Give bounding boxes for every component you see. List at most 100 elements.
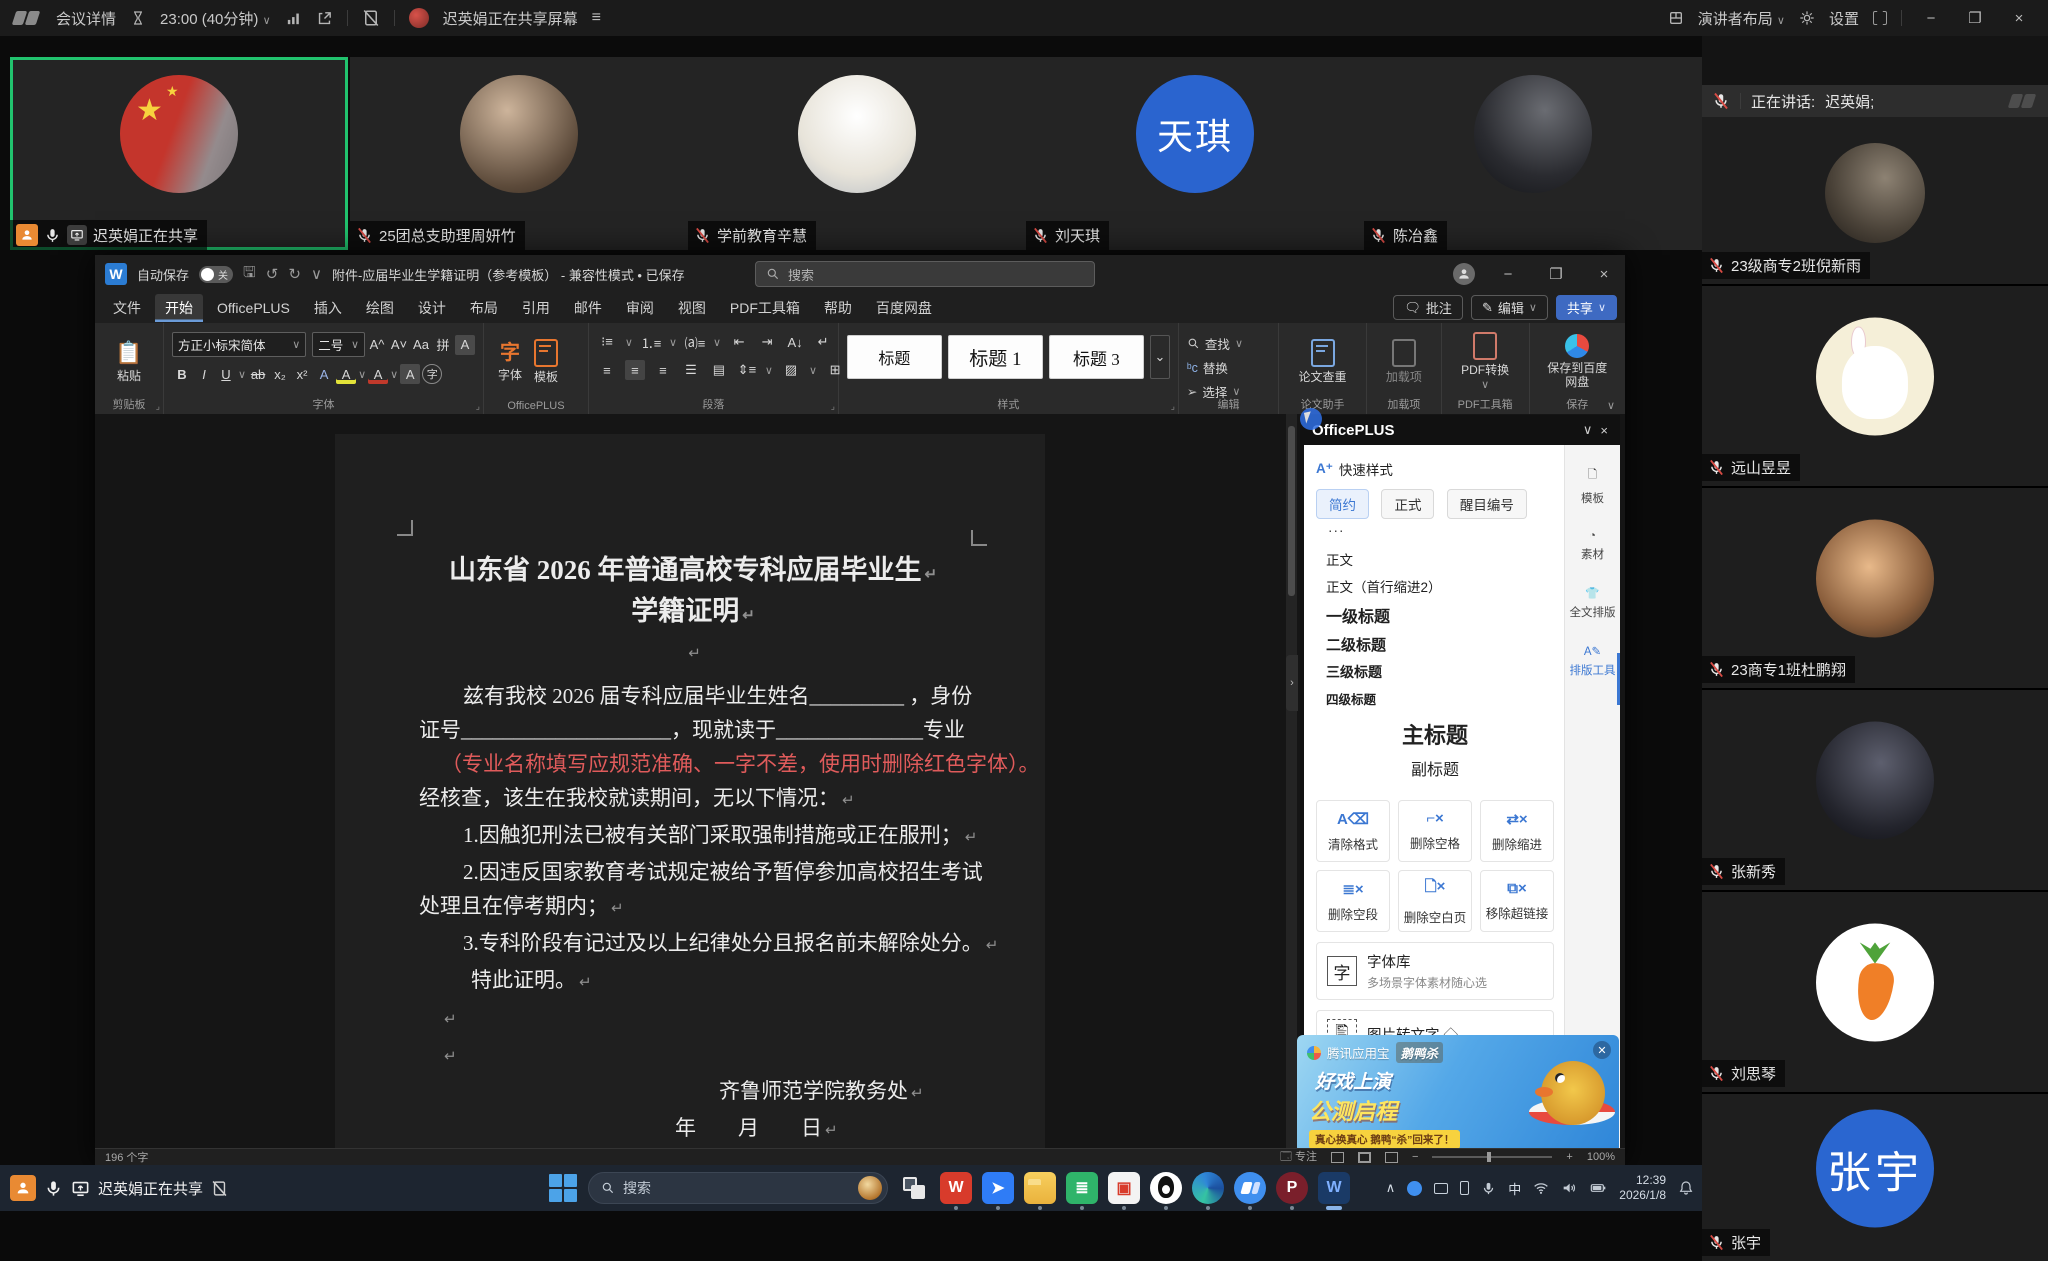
clear-format-button[interactable]: 拼 bbox=[433, 335, 453, 355]
style-item-body-indent[interactable]: 正文（首行缩进2） bbox=[1316, 569, 1554, 596]
preset-more[interactable]: ··· bbox=[1316, 519, 1357, 542]
superscript-button[interactable]: x² bbox=[292, 364, 312, 384]
collapse-ribbon-icon[interactable]: ∨ bbox=[1607, 399, 1615, 412]
participant-tile[interactable]: 23商专1班杜鹏翔 bbox=[1702, 488, 2048, 690]
focus-mode-button[interactable]: 🗔 专注 bbox=[1280, 1148, 1317, 1167]
participant-tile[interactable]: 25团总支助理周妍竹 bbox=[350, 57, 688, 250]
save-to-baidu-pan-button[interactable]: 保存到百度网盘 bbox=[1538, 329, 1617, 395]
remove-empty-paragraphs-button[interactable]: ≣×删除空段 bbox=[1316, 870, 1390, 932]
distribute-button[interactable]: ▤ bbox=[709, 360, 729, 380]
underline-button[interactable]: U bbox=[216, 364, 236, 384]
rail-template-button[interactable]: 🗋模板 bbox=[1581, 467, 1604, 506]
sharing-list-icon[interactable]: ≡ bbox=[592, 9, 601, 27]
line-spacing-button[interactable]: ⇕≡ bbox=[737, 360, 757, 380]
style-item-main-title[interactable]: 主标题 bbox=[1316, 708, 1554, 752]
strikethrough-button[interactable]: ab bbox=[248, 364, 268, 384]
style-normal[interactable]: 标题 bbox=[847, 335, 942, 379]
shrink-font-button[interactable]: A˅ bbox=[389, 335, 409, 355]
subscript-button[interactable]: x₂ bbox=[270, 364, 290, 384]
style-item-subtitle[interactable]: 副标题 bbox=[1316, 752, 1554, 786]
change-case-button[interactable]: Aa bbox=[411, 335, 431, 355]
align-left-button[interactable]: ≡ bbox=[597, 360, 617, 380]
rail-layout-tools-button[interactable]: A✎排版工具 bbox=[1570, 644, 1616, 678]
mic-tray-icon[interactable] bbox=[1481, 1181, 1496, 1196]
tab-home[interactable]: 开始 bbox=[155, 294, 203, 322]
screen-share-icon[interactable] bbox=[71, 1179, 90, 1198]
ad-banner[interactable]: 腾讯应用宝 鹅鸭杀 好戏上演 公测启程 真心换真心 鹅鸭“杀”回来了！ 抢先体验… bbox=[1297, 1035, 1619, 1153]
file-explorer-icon[interactable] bbox=[1024, 1172, 1056, 1204]
document-page[interactable]: 山东省 2026 年普通高校专科应届毕业生↵ 学籍证明↵ ↵ 兹有我校 2026… bbox=[335, 434, 1045, 1148]
volume-icon[interactable] bbox=[1561, 1180, 1577, 1196]
decrease-indent-button[interactable]: ⇤ bbox=[729, 332, 749, 352]
char-shading-button[interactable]: A bbox=[400, 364, 420, 384]
preset-numbered[interactable]: 醒目编号 bbox=[1447, 489, 1527, 519]
justify-button[interactable]: ☰ bbox=[681, 360, 701, 380]
network-signal-icon[interactable] bbox=[285, 10, 302, 27]
bullets-button[interactable]: ⁝≡ bbox=[597, 332, 617, 352]
word-app-icon[interactable]: W bbox=[1318, 1172, 1350, 1204]
style-heading1[interactable]: 标题 1 bbox=[948, 335, 1043, 379]
participant-tile[interactable]: 天琪 刘天琪 bbox=[1026, 57, 1364, 250]
settings-button[interactable]: 设置 bbox=[1829, 8, 1859, 29]
text-effects-button[interactable]: A bbox=[314, 364, 334, 384]
remove-indent-button[interactable]: ⇄×删除缩进 bbox=[1480, 800, 1554, 862]
participant-tile[interactable]: 23级商专2班倪新雨 bbox=[1702, 117, 2048, 286]
dialog-launcher-icon[interactable]: ⌟ bbox=[476, 401, 480, 412]
start-button[interactable] bbox=[548, 1173, 578, 1203]
notifications-bell-icon[interactable] bbox=[1678, 1180, 1694, 1196]
style-heading3[interactable]: 标题 3 bbox=[1049, 335, 1144, 379]
tab-view[interactable]: 视图 bbox=[668, 294, 716, 322]
zoom-out-icon[interactable]: − bbox=[1412, 1151, 1418, 1163]
remove-blank-pages-button[interactable]: 🗋×删除空白页 bbox=[1398, 870, 1472, 932]
styles-gallery-more-icon[interactable]: ⌄ bbox=[1150, 335, 1170, 379]
mail-tray-icon[interactable] bbox=[1434, 1183, 1448, 1194]
pdf-convert-button[interactable]: PDF转换 ∨ bbox=[1450, 329, 1521, 395]
word-restore-button[interactable]: ❐ bbox=[1541, 265, 1571, 283]
recording-off-icon[interactable] bbox=[362, 9, 380, 27]
participant-tile[interactable]: 陈冶鑫 bbox=[1364, 57, 1702, 250]
officeplus-font-button[interactable]: 字 字体 bbox=[492, 329, 528, 395]
paper-check-button[interactable]: 论文查重 bbox=[1287, 329, 1358, 395]
style-item-h1[interactable]: 一级标题 bbox=[1316, 596, 1554, 627]
battery-icon[interactable] bbox=[1589, 1180, 1607, 1196]
dialog-launcher-icon[interactable]: ⌟ bbox=[156, 401, 160, 412]
pane-collapse-icon[interactable]: ∨ bbox=[1583, 422, 1593, 438]
share-button[interactable]: 共享 ∨ bbox=[1556, 295, 1617, 320]
maximize-button[interactable]: ❐ bbox=[1960, 9, 1990, 27]
read-mode-icon[interactable] bbox=[1331, 1152, 1344, 1163]
tab-review[interactable]: 审阅 bbox=[616, 294, 664, 322]
tab-pdf-toolbox[interactable]: PDF工具箱 bbox=[720, 294, 810, 322]
style-item-h4[interactable]: 四级标题 bbox=[1316, 682, 1554, 708]
style-item-h2[interactable]: 二级标题 bbox=[1316, 627, 1554, 655]
phone-link-icon[interactable] bbox=[1460, 1181, 1469, 1195]
paste-button[interactable]: 📋 粘贴 bbox=[103, 329, 155, 395]
dialog-launcher-icon[interactable]: ⌟ bbox=[1171, 401, 1175, 412]
participant-tile[interactable]: 张宇 张宇 bbox=[1702, 1094, 2048, 1261]
web-layout-icon[interactable] bbox=[1385, 1152, 1398, 1163]
red-app-icon[interactable]: P bbox=[1276, 1172, 1308, 1204]
tencent-meeting-icon[interactable] bbox=[1234, 1172, 1266, 1204]
redo-icon[interactable]: ↻ bbox=[288, 265, 301, 283]
dialog-launcher-icon[interactable]: ⌟ bbox=[831, 401, 835, 412]
style-item-h3[interactable]: 三级标题 bbox=[1316, 655, 1554, 682]
participant-tile[interactable]: ★★ 迟英娟正在共享 bbox=[10, 57, 348, 250]
comments-button[interactable]: 🗨 批注 bbox=[1393, 295, 1463, 320]
tab-insert[interactable]: 插入 bbox=[304, 294, 352, 322]
notes-app-icon[interactable]: ≣ bbox=[1066, 1172, 1098, 1204]
tab-draw[interactable]: 绘图 bbox=[356, 294, 404, 322]
font-name-select[interactable]: 方正小标宋简体∨ bbox=[172, 332, 306, 357]
replace-button[interactable]: ᵇc 替换 bbox=[1187, 358, 1270, 377]
find-button[interactable]: 查找 ∨ bbox=[1187, 334, 1270, 353]
account-avatar[interactable] bbox=[1453, 263, 1475, 285]
preset-formal[interactable]: 正式 bbox=[1381, 489, 1434, 519]
meeting-timer[interactable]: 23:00 (40分钟) ∨ bbox=[160, 8, 271, 29]
participant-tile[interactable]: 刘思琴 bbox=[1702, 892, 2048, 1094]
preset-simple[interactable]: 简约 bbox=[1316, 489, 1369, 519]
undo-icon[interactable]: ↺ bbox=[266, 265, 279, 283]
word-minimize-button[interactable]: − bbox=[1493, 266, 1523, 283]
search-input[interactable]: 搜索 bbox=[755, 261, 1095, 287]
chevron-down-icon[interactable]: ∨ bbox=[311, 265, 322, 283]
clock[interactable]: 12:39 2026/1/8 bbox=[1619, 1173, 1666, 1203]
close-button[interactable]: × bbox=[2004, 10, 2034, 27]
cloud-tray-icon[interactable] bbox=[1407, 1181, 1422, 1196]
